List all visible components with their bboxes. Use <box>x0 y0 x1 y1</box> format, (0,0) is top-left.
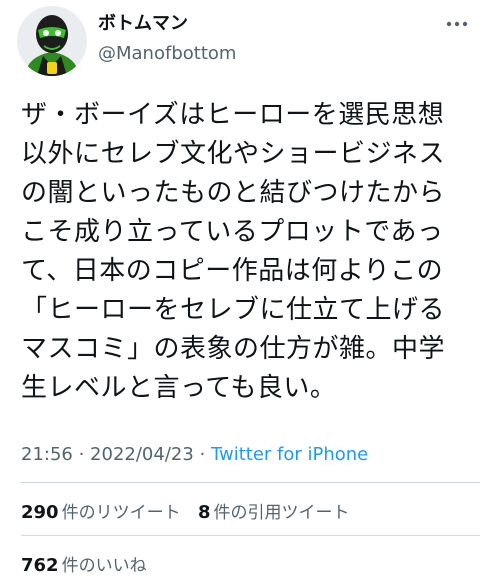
tweet-text: ザ・ボーイズはヒーローを選民思想 以外にセレブ文化やショービジネス の闇といった… <box>21 96 471 408</box>
tweet-text-line: マスコミ」の表象の仕方が雑。中学 <box>21 334 446 364</box>
tweet-text-line: ザ・ボーイズはヒーローを選民思想 <box>21 100 445 130</box>
tweet-time[interactable]: 21:56 <box>21 444 73 465</box>
retweets-stat[interactable]: 290 件のリツイート <box>21 502 181 523</box>
quotes-label: 件の引用ツイート <box>213 503 350 523</box>
likes-label: 件のいいね <box>61 556 147 576</box>
avatar[interactable] <box>17 6 87 76</box>
tweet-meta: 21:56 · 2022/04/23 · Twitter for iPhone <box>21 444 368 465</box>
user-names: ボトムマン @Manofbottom <box>98 12 236 66</box>
meta-separator: · <box>193 444 211 465</box>
divider <box>21 535 480 536</box>
tweet-text-line: 「ヒーローをセレブに仕立て上げる <box>21 295 446 325</box>
display-name[interactable]: ボトムマン <box>98 12 236 36</box>
likes-stats: 762 件のいいね <box>21 551 147 576</box>
tweet-header: ボトムマン @Manofbottom <box>0 0 480 86</box>
tweet-date[interactable]: 2022/04/23 <box>90 444 194 465</box>
user-handle[interactable]: @Manofbottom <box>98 42 236 66</box>
tweet-source-link[interactable]: Twitter for iPhone <box>211 444 368 465</box>
likes-count: 762 <box>21 555 59 576</box>
tweet-text-line: て、日本のコピー作品は何よりこの <box>21 256 444 286</box>
retweets-count: 290 <box>21 502 59 523</box>
tweet-text-line: こそ成り立っているプロットであっ <box>21 217 444 247</box>
retweets-label: 件のリツイート <box>61 503 181 523</box>
tweet-text-line: 以外にセレブ文化やショービジネス <box>21 139 446 169</box>
meta-separator: · <box>72 444 91 465</box>
tweet-text-line: の闇といったものと結びつけたから <box>21 178 446 208</box>
likes-stat[interactable]: 762 件のいいね <box>21 555 147 576</box>
quotes-stat[interactable]: 8 件の引用ツイート <box>197 502 350 523</box>
tweet-text-line: 生レベルと言っても良い。 <box>21 373 337 403</box>
masked-superhero-avatar-icon <box>17 6 87 76</box>
retweet-quote-stats: 290 件のリツイート 8 件の引用ツイート <box>21 498 350 523</box>
more-options-icon[interactable] <box>443 12 471 36</box>
divider <box>21 482 480 483</box>
quotes-count: 8 <box>197 502 211 523</box>
